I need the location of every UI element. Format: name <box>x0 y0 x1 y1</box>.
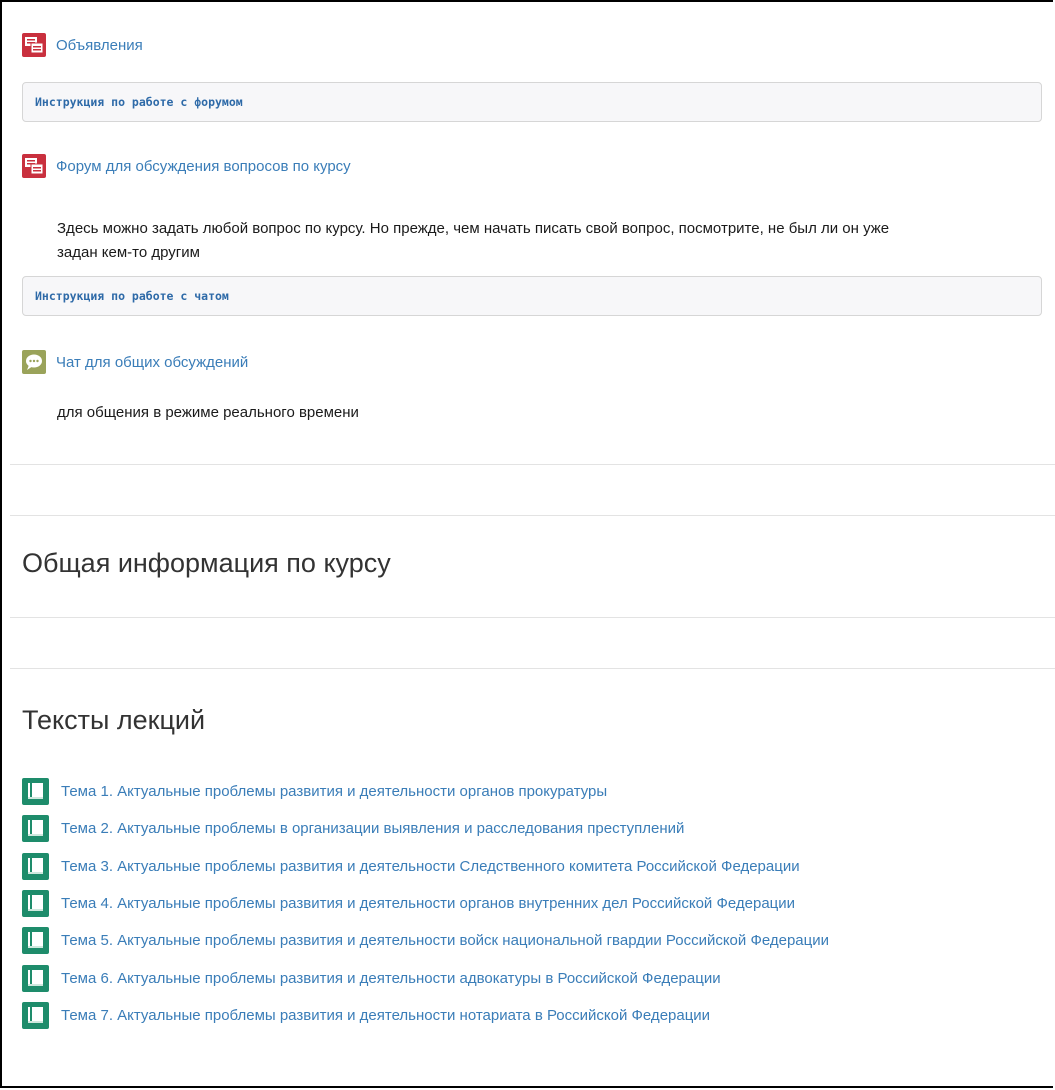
forum-description: Здесь можно задать любой вопрос по курсу… <box>57 217 889 265</box>
activity-chat[interactable]: Чат для общих обсуждений <box>22 350 248 374</box>
forum-instruction-box: Инструкция по работе с форумом <box>22 82 1042 122</box>
lecture-item[interactable]: Тема 6. Актуальные проблемы развития и д… <box>22 965 721 992</box>
activity-announcements[interactable]: Объявления <box>22 33 143 57</box>
lecture-link[interactable]: Тема 4. Актуальные проблемы развития и д… <box>61 895 795 912</box>
lecture-link[interactable]: Тема 3. Актуальные проблемы развития и д… <box>61 858 800 875</box>
announcements-link[interactable]: Объявления <box>56 37 143 54</box>
lecture-item[interactable]: Тема 5. Актуальные проблемы развития и д… <box>22 927 829 954</box>
lecture-link[interactable]: Тема 1. Актуальные проблемы развития и д… <box>61 783 607 800</box>
forum-desc-line2: задан кем-то другим <box>57 244 200 261</box>
lecture-item[interactable]: Тема 4. Актуальные проблемы развития и д… <box>22 890 795 917</box>
chat-instruction-link[interactable]: Инструкция по работе с чатом <box>35 289 229 303</box>
forum-instruction-link[interactable]: Инструкция по работе с форумом <box>35 95 243 109</box>
book-icon <box>22 853 49 880</box>
lecture-link[interactable]: Тема 7. Актуальные проблемы развития и д… <box>61 1007 710 1024</box>
lecture-item[interactable]: Тема 7. Актуальные проблемы развития и д… <box>22 1002 710 1029</box>
forum-desc-line1: Здесь можно задать любой вопрос по курсу… <box>57 220 890 237</box>
lecture-item[interactable]: Тема 3. Актуальные проблемы развития и д… <box>22 853 800 880</box>
divider <box>10 617 1055 618</box>
lecture-link[interactable]: Тема 6. Актуальные проблемы развития и д… <box>61 970 721 987</box>
lecture-link[interactable]: Тема 5. Актуальные проблемы развития и д… <box>61 932 829 949</box>
book-icon <box>22 965 49 992</box>
section-title-general: Общая информация по курсу <box>22 548 391 578</box>
forum-icon <box>22 154 46 178</box>
chat-icon <box>22 350 46 374</box>
divider <box>10 515 1055 516</box>
divider <box>10 464 1055 465</box>
activity-forum[interactable]: Форум для обсуждения вопросов по курсу <box>22 154 351 178</box>
book-icon <box>22 927 49 954</box>
divider <box>10 668 1055 669</box>
forum-link[interactable]: Форум для обсуждения вопросов по курсу <box>56 158 351 175</box>
forum-icon <box>22 33 46 57</box>
book-icon <box>22 890 49 917</box>
lecture-link[interactable]: Тема 2. Актуальные проблемы в организаци… <box>61 820 684 837</box>
book-icon <box>22 815 49 842</box>
lecture-item[interactable]: Тема 2. Актуальные проблемы в организаци… <box>22 815 684 842</box>
chat-instruction-box: Инструкция по работе с чатом <box>22 276 1042 316</box>
lecture-item[interactable]: Тема 1. Актуальные проблемы развития и д… <box>22 778 607 805</box>
section-title-lectures: Тексты лекций <box>22 705 206 735</box>
book-icon <box>22 778 49 805</box>
book-icon <box>22 1002 49 1029</box>
chat-description: для общения в режиме реального времени <box>57 404 359 421</box>
chat-link[interactable]: Чат для общих обсуждений <box>56 354 248 371</box>
